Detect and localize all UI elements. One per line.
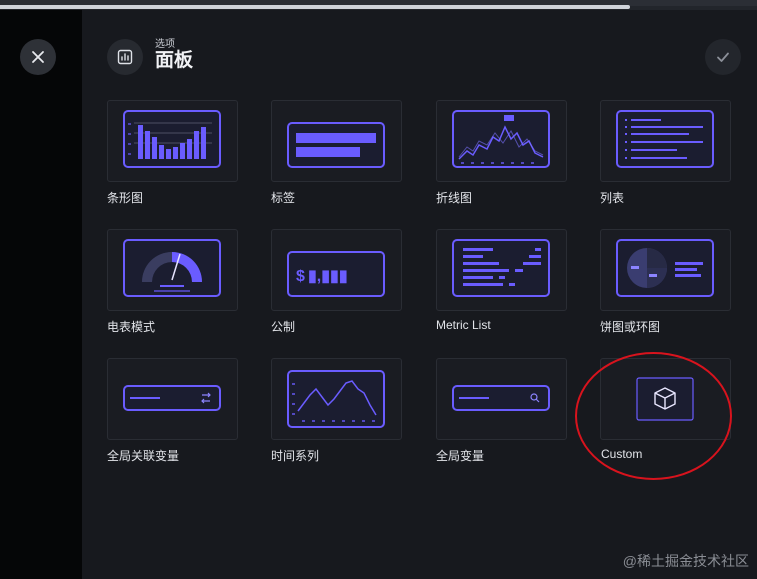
panel-label-label: 标签 (271, 191, 296, 205)
panel-tile-gauge[interactable] (107, 229, 238, 311)
label-icon (287, 122, 385, 168)
metric-icon: $ ▮,▮▮▮ (287, 251, 385, 297)
panel-tile-metric[interactable]: $ ▮,▮▮▮ (271, 229, 402, 311)
line-chart-icon (452, 110, 550, 168)
panel-tile-label[interactable] (271, 100, 402, 182)
panel-label-pie-chart: 饼图或环图 (600, 320, 661, 334)
panel-label-global-variable: 全局变量 (436, 449, 485, 463)
panel-tile-global-variable[interactable] (436, 358, 567, 440)
highlight-annotation-circle (575, 352, 732, 480)
panel-tile-list[interactable] (600, 100, 731, 182)
page-title: 面板 (155, 50, 194, 71)
panel-tile-line-chart[interactable] (436, 100, 567, 182)
global-linked-variable-icon (123, 385, 221, 411)
watermark: @稀土掘金技术社区 (622, 553, 749, 569)
close-button[interactable] (20, 39, 56, 75)
panel-tile-bar-chart[interactable] (107, 100, 238, 182)
panel-tile-metric-list[interactable] (436, 229, 567, 311)
panel-label-line-chart: 折线图 (436, 191, 473, 205)
panel-label-gauge: 电表模式 (107, 320, 156, 334)
panel-label-global-linked-variable: 全局关联变量 (107, 449, 180, 463)
panel-label-metric: 公制 (271, 320, 296, 334)
left-backdrop (0, 10, 82, 579)
scrollbar-horizontal[interactable] (0, 5, 630, 9)
list-icon (616, 110, 714, 168)
panel-tile-global-linked-variable[interactable] (107, 358, 238, 440)
metric-list-icon (452, 239, 550, 297)
gauge-icon (123, 239, 221, 297)
check-icon (717, 52, 729, 62)
metric-preview-value: ▮,▮▮▮ (308, 268, 348, 285)
panel-type-badge (107, 39, 143, 75)
browser-top-bar (0, 0, 757, 10)
confirm-button[interactable] (705, 39, 741, 75)
panel-label-time-series: 时间系列 (271, 449, 320, 463)
panel-tile-pie-chart[interactable] (600, 229, 731, 311)
chart-square-icon (117, 49, 133, 65)
global-variable-icon (452, 385, 550, 411)
metric-currency-symbol: $ (296, 268, 305, 285)
close-icon (32, 51, 44, 63)
bar-chart-icon (123, 110, 221, 168)
time-series-icon (287, 370, 385, 428)
panel-label-metric-list: Metric List (436, 318, 491, 332)
panel-tile-time-series[interactable] (271, 358, 402, 440)
panel-label-bar-chart: 条形图 (107, 191, 144, 205)
panel-label-list: 列表 (600, 191, 625, 205)
pie-chart-icon (616, 239, 714, 297)
